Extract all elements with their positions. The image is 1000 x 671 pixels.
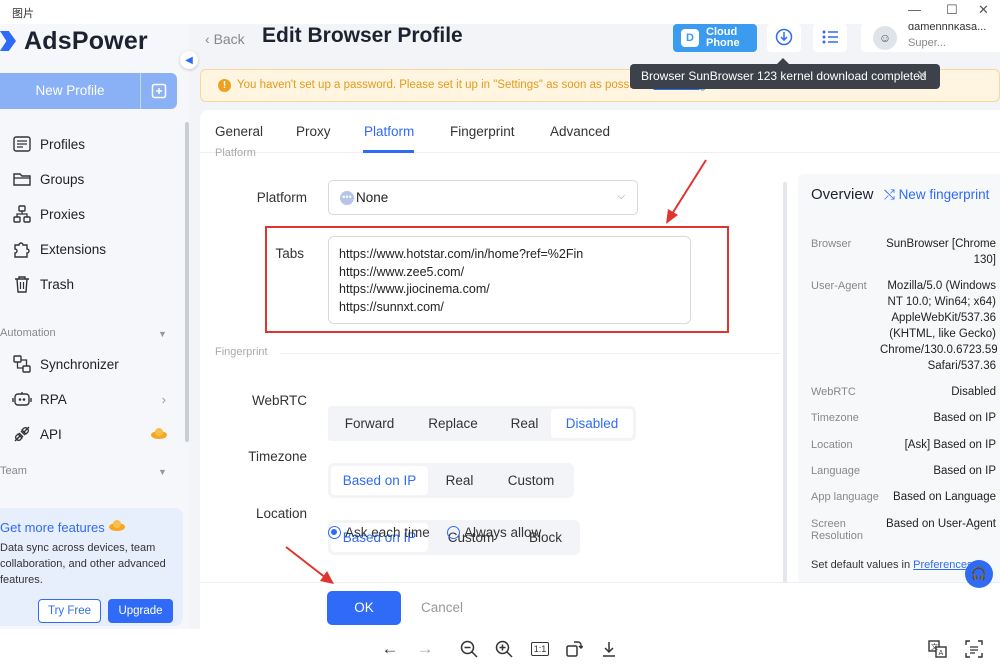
viewer-title: 图片	[12, 8, 34, 20]
back-label: Back	[213, 31, 245, 47]
headset-icon: 🎧	[970, 566, 988, 581]
task-list-button[interactable]	[813, 24, 847, 52]
annotation-arrow-to-tabs	[666, 159, 707, 224]
chevron-right-icon: ›	[161, 391, 166, 407]
logo-text: AdsPower	[24, 26, 148, 55]
adspower-logo-icon	[0, 31, 16, 51]
rpa-icon	[11, 388, 33, 410]
user-menu[interactable]: ☺ damenhhkasa... Super...	[861, 24, 1000, 52]
download-progress-icon	[775, 28, 793, 49]
sidebar: AdsPower New Profile Profiles Groups Pro…	[0, 24, 190, 629]
promo-title: Get more features	[0, 520, 105, 535]
avatar: ☺	[873, 26, 897, 50]
caret-down-icon[interactable]: ▼	[158, 329, 167, 339]
page-title: Edit Browser Profile	[262, 24, 463, 47]
warning-icon: !	[218, 79, 231, 92]
sidebar-item-label: Proxies	[40, 206, 86, 222]
ocr-icon[interactable]	[962, 637, 986, 661]
extensions-icon	[11, 238, 33, 260]
collapse-sidebar-button[interactable]: ◀	[180, 51, 198, 69]
groups-icon	[11, 168, 33, 190]
list-icon	[822, 30, 838, 47]
viewer-toolbar: ← → 1:1 文A	[0, 629, 1000, 671]
kernel-download-button[interactable]	[767, 24, 801, 52]
new-profile-button[interactable]: New Profile	[0, 73, 177, 109]
sidebar-item-api[interactable]: API	[0, 418, 190, 450]
svg-text:文: 文	[931, 642, 938, 651]
svg-text:A: A	[939, 649, 944, 657]
sidebar-item-label: Groups	[40, 171, 85, 187]
cloud-phone-label: Cloud Phone	[706, 26, 740, 49]
sidebar-item-label: Trash	[40, 276, 75, 292]
sidebar-item-label: Extensions	[40, 241, 107, 257]
previous-image-button[interactable]: ←	[378, 637, 402, 661]
sidebar-item-label: Profiles	[40, 136, 86, 152]
zoom-out-icon[interactable]	[457, 637, 481, 661]
download-toast: Browser SunBrowser 123 kernel download c…	[630, 64, 940, 89]
try-free-button[interactable]: Try Free	[38, 599, 101, 623]
cloud-phone-button[interactable]: D Cloud Phone	[673, 24, 757, 52]
sidebar-item-rpa[interactable]: RPA ›	[0, 383, 190, 415]
edit-profile-card: General Proxy Platform Fingerprint Advan…	[200, 110, 1000, 629]
minimize-button[interactable]: —	[908, 2, 921, 17]
maximize-button[interactable]: ☐	[946, 2, 958, 18]
viewer-title-bar: 图片 — ☐ ✕	[0, 0, 1000, 24]
trash-icon	[11, 273, 33, 295]
next-image-button[interactable]: →	[413, 637, 437, 661]
sidebar-item-proxies[interactable]: Proxies	[0, 198, 190, 230]
crown-icon	[108, 518, 126, 535]
close-window-button[interactable]: ✕	[978, 2, 989, 18]
sidebar-item-label: RPA	[40, 391, 67, 407]
rotate-icon[interactable]	[562, 637, 586, 661]
cloud-phone-icon: D	[681, 29, 699, 47]
team-section-label: Team	[0, 465, 27, 477]
chevron-left-icon: ◀	[185, 54, 193, 66]
toast-text: Browser SunBrowser 123 kernel download c…	[641, 69, 927, 83]
sidebar-item-label: Synchronizer	[40, 356, 119, 372]
actual-size-button[interactable]: 1:1	[528, 637, 552, 661]
close-icon[interactable]: ✕	[916, 67, 928, 84]
caret-down-icon[interactable]: ▼	[158, 467, 167, 477]
proxies-icon	[11, 203, 33, 225]
download-icon[interactable]	[597, 637, 621, 661]
new-profile-label: New Profile	[35, 83, 105, 98]
annotation-arrow-to-ok	[285, 546, 334, 584]
profiles-icon	[11, 133, 33, 155]
user-role: Super...	[908, 37, 946, 49]
translate-icon[interactable]: 文A	[926, 637, 950, 661]
automation-section-label: Automation	[0, 327, 56, 339]
sidebar-item-extensions[interactable]: Extensions	[0, 233, 190, 265]
sidebar-item-label: API	[40, 426, 62, 442]
sidebar-item-groups[interactable]: Groups	[0, 163, 190, 195]
sidebar-item-profiles[interactable]: Profiles	[0, 128, 190, 160]
sidebar-item-trash[interactable]: Trash	[0, 268, 190, 300]
promo-card: Get more features Data sync across devic…	[0, 508, 183, 626]
promo-description: Data sync across devices, team collabora…	[0, 542, 166, 586]
annotation-arrows	[285, 159, 707, 584]
zoom-in-icon[interactable]	[492, 637, 516, 661]
batch-add-icon[interactable]	[140, 73, 177, 109]
upgrade-button[interactable]: Upgrade	[108, 599, 173, 623]
adspower-app: AdsPower New Profile Profiles Groups Pro…	[0, 24, 1000, 629]
back-button[interactable]: ‹ Back	[205, 31, 245, 47]
vip-badge-icon	[150, 426, 168, 443]
api-icon	[11, 423, 33, 445]
synchronizer-icon	[11, 353, 33, 375]
sidebar-item-synchronizer[interactable]: Synchronizer	[0, 348, 190, 380]
support-chat-button[interactable]: 🎧	[965, 560, 993, 588]
chevron-left-icon: ‹	[205, 31, 214, 47]
user-name: damenhhkasa...	[908, 24, 987, 33]
logo: AdsPower	[0, 26, 148, 55]
sidebar-scrollbar[interactable]	[185, 122, 189, 442]
